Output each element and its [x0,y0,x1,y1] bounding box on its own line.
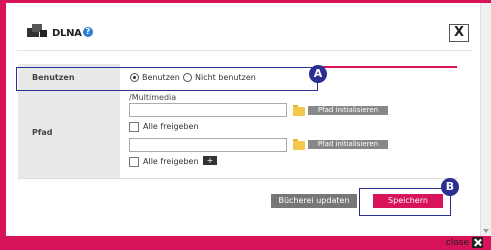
path-input-1[interactable] [129,103,287,117]
share-all-checkbox-2[interactable] [129,157,139,167]
top-accent-bar [0,0,491,3]
row-divider [18,178,458,179]
path-input-2[interactable] [129,138,287,152]
dlna-device-icon [27,24,47,37]
annotation-badge-a: A [309,65,327,83]
folder-icon[interactable] [293,105,305,116]
footer-close-icon[interactable] [472,237,483,248]
footer-bar [0,236,491,250]
share-all-checkbox-1[interactable] [129,122,139,132]
pfad-label-cell: Pfad [18,90,121,178]
update-library-button[interactable]: Bücherei updaten [271,194,357,208]
annotation-badge-b: B [441,178,459,196]
pfad-row: Pfad /Multimedia Pfad initialisieren All… [18,90,458,178]
folder-icon[interactable] [293,139,305,150]
path-init-button-2[interactable]: Pfad initialisieren [308,140,388,149]
highlight-line-a [317,66,457,68]
add-path-button[interactable]: + [203,156,217,165]
vertical-scrollbar[interactable] [480,3,491,236]
pfad-value-cell: /Multimedia Pfad initialisieren Alle fre… [121,90,458,178]
scroll-down-icon[interactable] [483,229,489,233]
left-accent-bar [0,0,6,250]
path-init-button-1[interactable]: Pfad initialisieren [308,106,388,115]
footer-close-label[interactable]: close [446,238,469,248]
dialog-title: DLNA [52,28,82,39]
share-all-label-2: Alle freigeben [143,157,199,166]
share-all-label-1: Alle freigeben [143,122,199,131]
dialog-close-button[interactable]: X [449,24,469,42]
highlight-box-a [16,67,318,91]
highlight-box-b [359,188,451,216]
help-icon[interactable]: ? [83,27,93,37]
pfad-label: Pfad [32,128,53,137]
path-current-value: /Multimedia [129,93,177,102]
